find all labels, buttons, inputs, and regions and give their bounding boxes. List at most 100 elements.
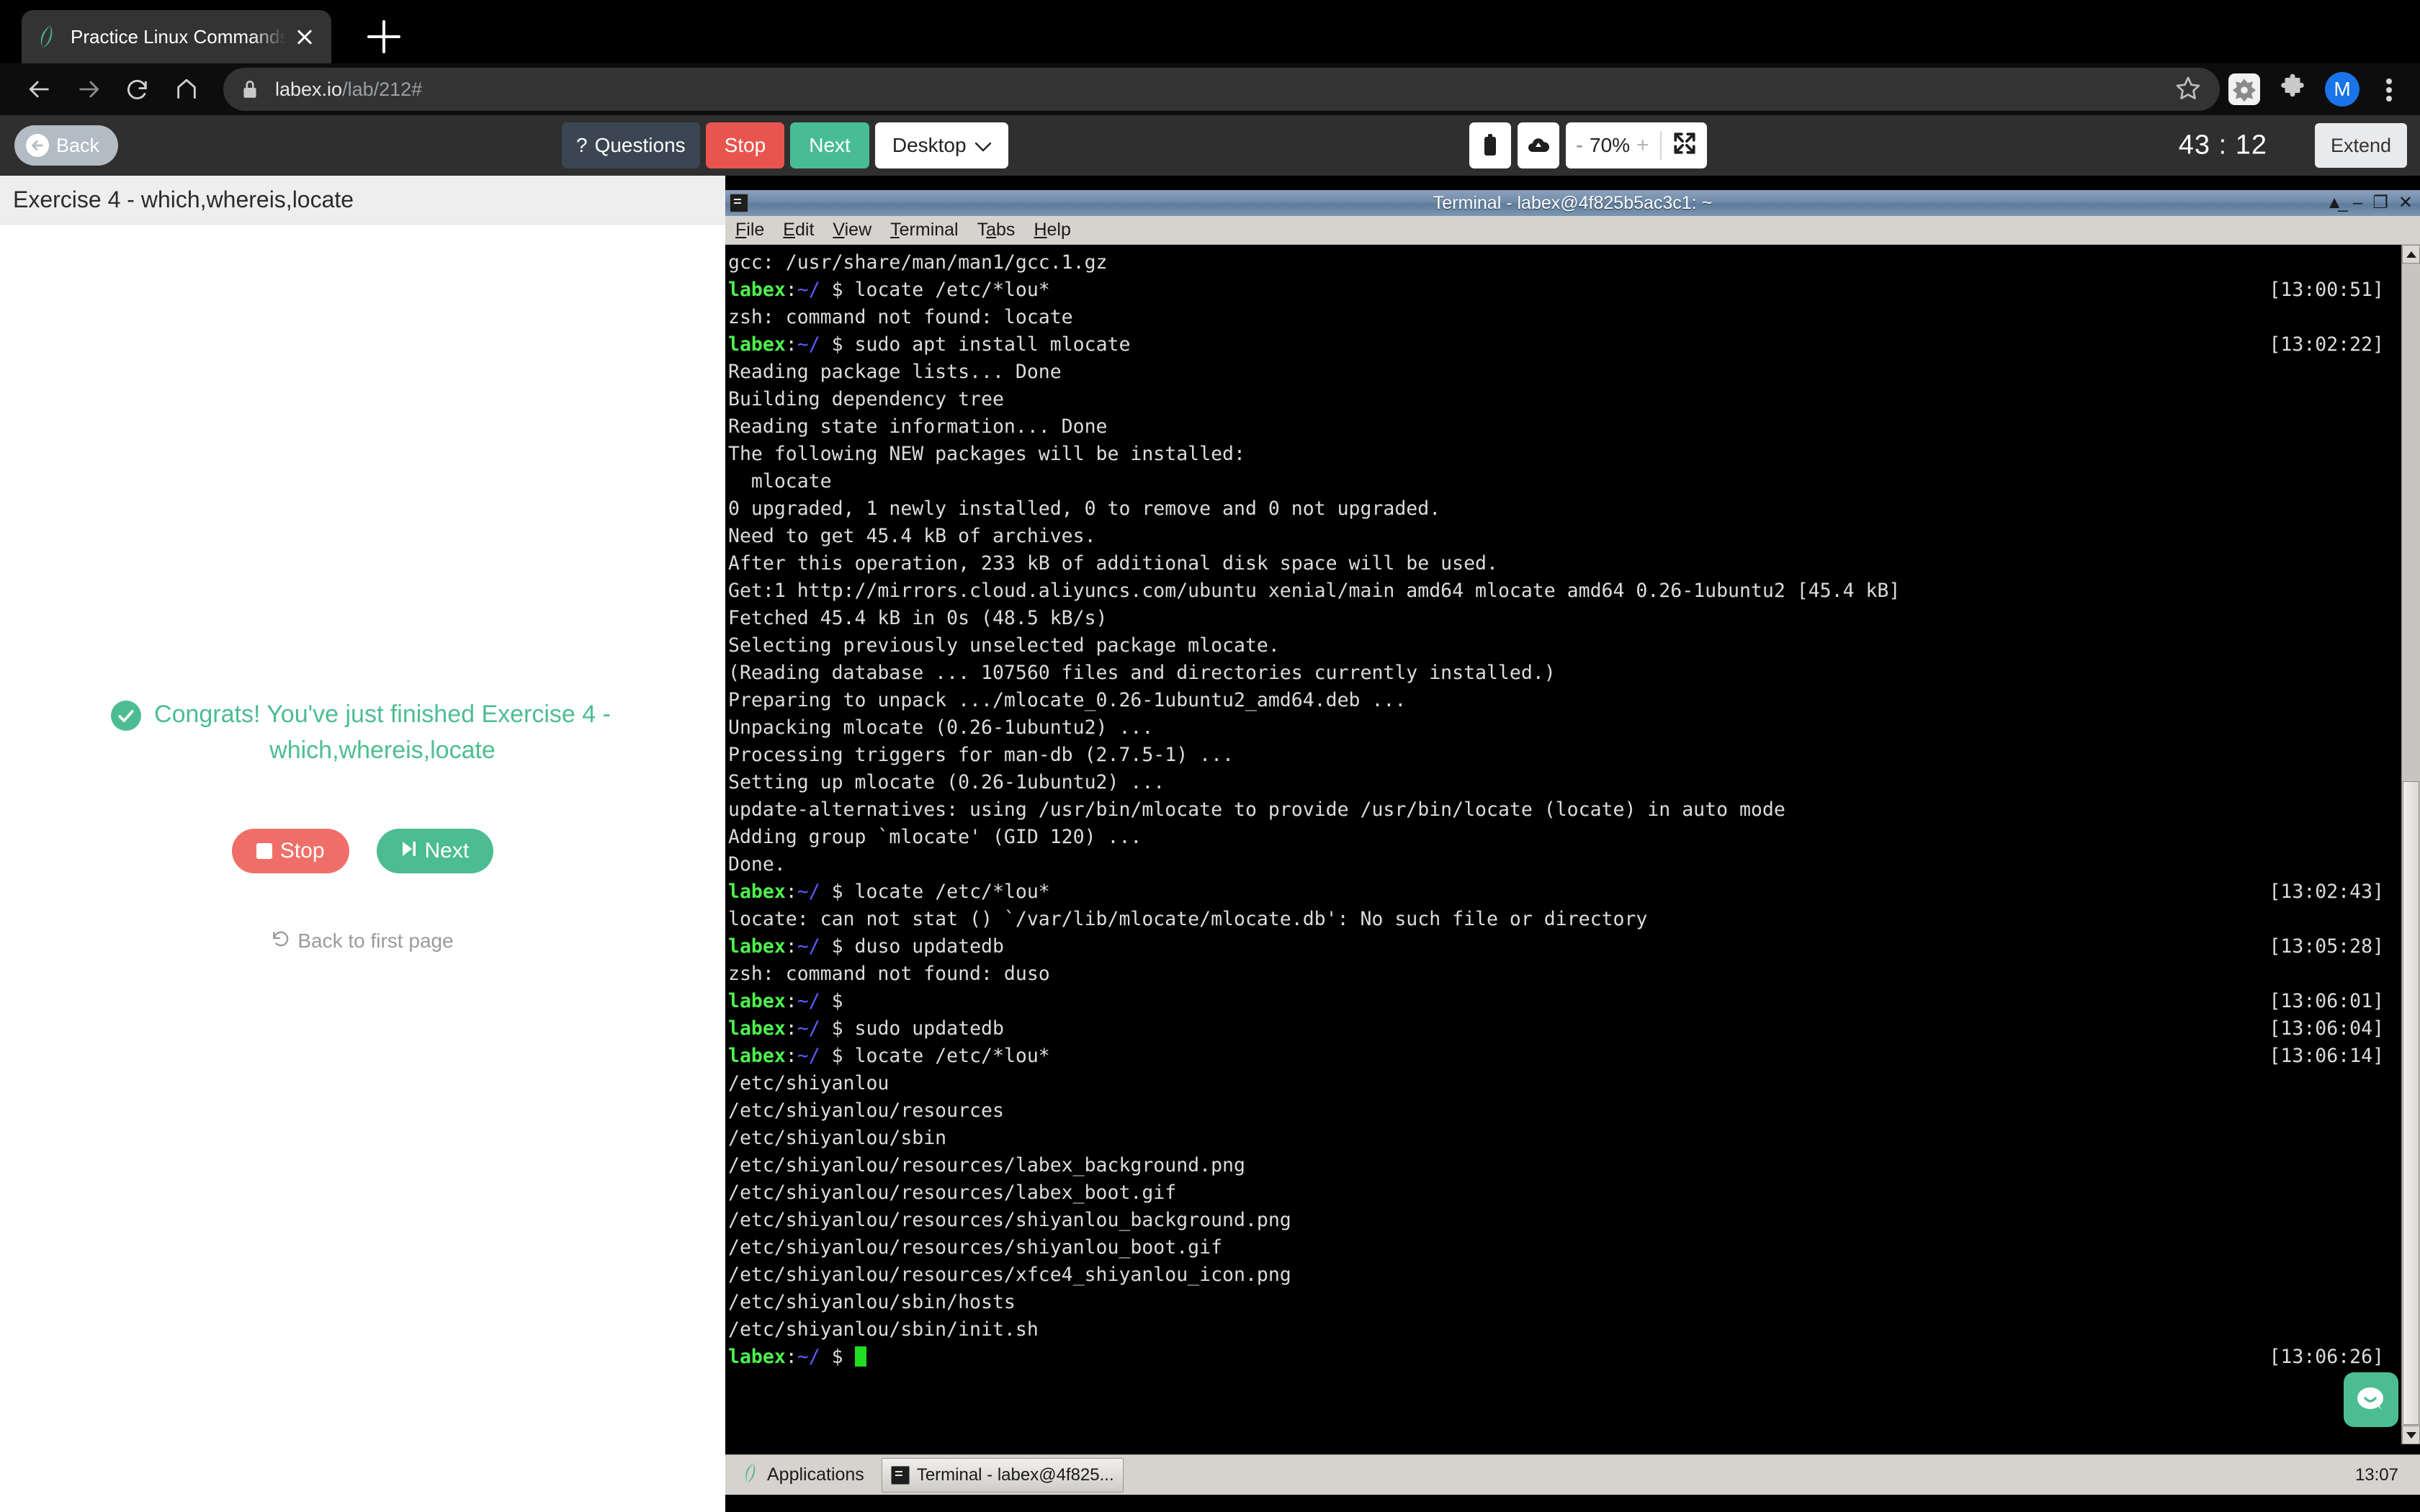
toolbar-center-group: ? Questions Stop Next Desktop xyxy=(562,122,1008,168)
terminal-timestamp: [13:00:51] xyxy=(2269,279,2384,301)
chrome-menu-icon[interactable] xyxy=(2377,72,2401,107)
terminal-command-line: labex:~/ $ sudo updatedb [13:06:04] xyxy=(728,1015,2401,1043)
url-bar-row: labex.io/lab/212# M xyxy=(0,63,2420,115)
browser-tab[interactable]: Practice Linux Commands - Exe xyxy=(22,10,331,63)
menu-tabs[interactable]: Tabs xyxy=(977,220,1016,240)
terminal-output-line: /etc/shiyanlou/resources/shiyanlou_boot.… xyxy=(728,1236,1223,1259)
terminal-output-line: /etc/shiyanlou/sbin/hosts xyxy=(728,1291,1016,1313)
url-host: labex.io xyxy=(275,78,343,100)
menu-edit[interactable]: Edit xyxy=(783,220,814,240)
terminal-output-line: Setting up mlocate (0.26-1ubuntu2) ... xyxy=(728,771,1165,793)
scrollbar-thumb[interactable] xyxy=(2403,781,2419,1425)
terminal-command-line: labex:~/ $ [13:06:01] xyxy=(728,988,2401,1015)
cloud-upload-icon[interactable] xyxy=(1518,122,1559,168)
menu-file[interactable]: File xyxy=(735,220,764,240)
chat-bubble-icon[interactable] xyxy=(2344,1372,2398,1427)
toolbar-stop-button[interactable]: Stop xyxy=(705,122,785,168)
fullscreen-icon[interactable] xyxy=(1672,131,1697,161)
terminal-output-line: /etc/shiyanlou/sbin xyxy=(728,1127,947,1149)
maximize-icon[interactable]: ❐ xyxy=(2372,194,2388,212)
close-icon[interactable] xyxy=(292,24,317,49)
browser-chrome: Practice Linux Commands - Exe labex.io/l… xyxy=(0,0,2420,115)
taskbar-task-label: Terminal - labex@4f825... xyxy=(916,1464,1114,1485)
terminal-output-line: Processing triggers for man-db (2.7.5-1)… xyxy=(728,744,1234,766)
home-icon[interactable] xyxy=(166,68,207,110)
menu-terminal[interactable]: Terminal xyxy=(890,220,958,240)
zoom-out-button[interactable]: - xyxy=(1576,133,1583,158)
url-path: /lab/212# xyxy=(342,78,423,100)
new-tab-button[interactable] xyxy=(367,20,400,53)
terminal-timestamp: [13:02:43] xyxy=(2269,881,2384,903)
clipboard-icon[interactable] xyxy=(1469,122,1511,168)
zoom-in-button[interactable]: + xyxy=(1636,133,1649,158)
back-to-first-page-link[interactable]: Back to first page xyxy=(272,930,454,953)
terminal-app-icon xyxy=(730,194,748,212)
menu-view[interactable]: View xyxy=(833,220,871,240)
back-arrow-icon[interactable] xyxy=(19,68,60,110)
panel-next-button[interactable]: Next xyxy=(376,828,494,873)
terminal-output-line: /etc/shiyanlou/resources xyxy=(728,1099,1004,1122)
desktop-dropdown[interactable]: Desktop xyxy=(874,122,1008,168)
questions-button-label: Questions xyxy=(594,134,686,156)
terminal-output-line: (Reading database ... 107560 files and d… xyxy=(728,662,1556,684)
bookmark-star-icon[interactable] xyxy=(2175,75,2201,104)
toolbar-next-button[interactable]: Next xyxy=(790,122,869,168)
menu-help[interactable]: Help xyxy=(1034,220,1070,240)
congrats-message: Congrats! You've just finished Exercise … xyxy=(154,701,611,764)
terminal-command-line: labex:~/ $ sudo apt install mlocate [13:0… xyxy=(728,331,2401,359)
skip-next-icon xyxy=(401,839,417,863)
address-bar[interactable]: labex.io/lab/212# xyxy=(223,68,2220,111)
extend-button[interactable]: Extend xyxy=(2314,123,2407,168)
profile-avatar[interactable]: M xyxy=(2325,72,2360,107)
reload-icon[interactable] xyxy=(117,68,158,110)
terminal-app-icon xyxy=(890,1465,910,1485)
extension-pinned-icon[interactable] xyxy=(2228,73,2260,105)
stop-square-icon xyxy=(256,842,272,859)
terminal-command-line: labex:~/ $ locate /etc/*lou* [13:02:43] xyxy=(728,878,2401,906)
desktop-clock: 13:07 xyxy=(2354,1464,2398,1485)
questions-button[interactable]: ? Questions xyxy=(562,122,700,168)
exercise-actions: Stop Next xyxy=(231,828,494,873)
labex-leaf-icon xyxy=(743,1462,758,1488)
minimize-icon[interactable]: – xyxy=(2353,194,2362,212)
terminal-scrollbar[interactable] xyxy=(2401,245,2420,1444)
scroll-up-icon[interactable] xyxy=(2402,245,2420,264)
back-circle-icon xyxy=(26,134,49,157)
panel-stop-button[interactable]: Stop xyxy=(231,828,349,873)
zoom-divider xyxy=(1659,131,1662,160)
back-button-label: Back xyxy=(56,134,100,156)
extensions-puzzle-icon[interactable] xyxy=(2277,73,2308,107)
question-mark-icon: ? xyxy=(576,134,588,156)
applications-menu[interactable]: Applications xyxy=(731,1462,876,1488)
terminal-timestamp: [13:05:28] xyxy=(2269,935,2384,958)
labex-leaf-icon xyxy=(36,24,58,49)
zoom-control[interactable]: - 70% + xyxy=(1566,122,1707,168)
terminal-body: gcc: /usr/share/man/man1/gcc.1.gz labex:~… xyxy=(725,245,2420,1444)
scroll-down-icon[interactable] xyxy=(2402,1426,2420,1444)
terminal-output-line: Preparing to unpack .../mlocate_0.26-1ub… xyxy=(728,689,1407,711)
terminal-screen[interactable]: gcc: /usr/share/man/man1/gcc.1.gz labex:~… xyxy=(725,245,2401,1444)
terminal-window: Terminal - labex@4f825b5ac3c1: ~ ▲̲ – ❐ … xyxy=(725,190,2420,1444)
chrome-icon-group: M xyxy=(2228,72,2401,107)
terminal-command-line: labex:~/ $ locate /etc/*lou* [13:00:51] xyxy=(728,276,2401,304)
terminal-output-line: After this operation, 233 kB of addition… xyxy=(728,552,1498,575)
exercise-body: Congrats! You've just finished Exercise … xyxy=(0,225,725,1512)
forward-arrow-icon[interactable] xyxy=(68,68,109,110)
terminal-output-line: Reading state information... Done xyxy=(728,415,1108,438)
taskbar-task-terminal[interactable]: Terminal - labex@4f825... xyxy=(881,1457,1124,1493)
lock-icon xyxy=(241,78,259,100)
terminal-output-line: Reading package lists... Done xyxy=(728,361,1062,383)
applications-label: Applications xyxy=(767,1464,864,1485)
desktop-dropdown-label: Desktop xyxy=(892,134,967,156)
back-button[interactable]: Back xyxy=(14,125,119,166)
terminal-titlebar[interactable]: Terminal - labex@4f825b5ac3c1: ~ ▲̲ – ❐ … xyxy=(725,190,2420,216)
terminal-timestamp: [13:02:22] xyxy=(2269,333,2384,356)
close-icon[interactable]: ✕ xyxy=(2398,194,2413,212)
session-timer: 43 : 12 xyxy=(2178,130,2267,161)
terminal-output-line: locate: can not stat () `/var/lib/mlocat… xyxy=(728,908,1648,930)
terminal-output-line: gcc: /usr/share/man/man1/gcc.1.gz xyxy=(728,251,1108,274)
terminal-output-line: /etc/shiyanlou/resources/labex_boot.gif xyxy=(728,1182,1177,1204)
terminal-window-controls: ▲̲ – ❐ ✕ xyxy=(2326,190,2413,216)
shade-icon[interactable]: ▲̲ xyxy=(2326,194,2343,212)
terminal-timestamp: [13:06:14] xyxy=(2269,1045,2384,1067)
